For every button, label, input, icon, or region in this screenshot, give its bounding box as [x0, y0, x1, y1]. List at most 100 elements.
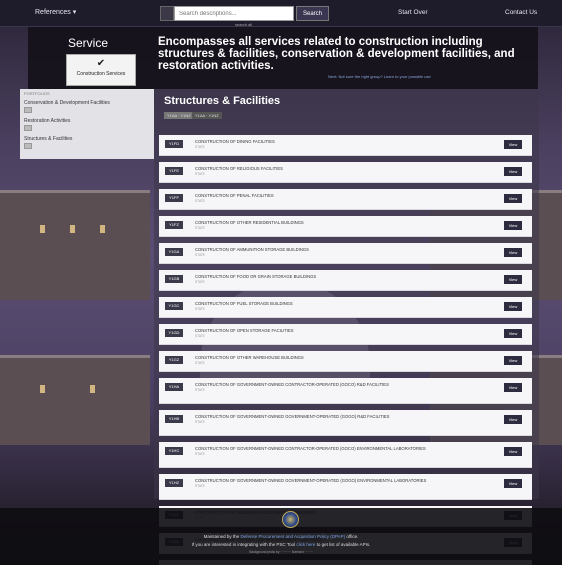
- psc-list: Y1FD CONSTRUCTION OF DINING FACILITIES STA…: [159, 135, 532, 565]
- checkmark-icon: ✔: [96, 58, 106, 69]
- view-button[interactable]: View: [504, 275, 522, 284]
- psc-subtitle: STATE: [195, 307, 205, 311]
- view-button[interactable]: View: [504, 447, 522, 456]
- background-window: [90, 385, 95, 393]
- psc-code: Y1GC: [165, 302, 183, 310]
- footer-maintained: Maintained by the Defense Procurement an…: [0, 534, 562, 539]
- view-button[interactable]: View: [504, 302, 522, 311]
- psc-code: Y1HB: [165, 415, 183, 423]
- footer-text: to get list of available APIs.: [315, 542, 371, 547]
- help-link[interactable]: Next: Not sure the right group? Learn to…: [328, 74, 431, 79]
- start-over-link[interactable]: Start Over: [398, 9, 428, 16]
- psc-title: CONSTRUCTION OF GOVERNMENT-OWNED GOVERNM…: [195, 478, 480, 489]
- psc-code: Y1FZ: [165, 221, 183, 229]
- list-item: Y1GD CONSTRUCTION OF OPEN STORAGE FACILIT…: [159, 324, 532, 345]
- view-button[interactable]: View: [504, 329, 522, 338]
- psc-subtitle: STATE: [195, 420, 205, 424]
- service-heading: Service: [68, 36, 109, 50]
- portfolio-sidebar: PORTFOLIOS Conservation & Development Fa…: [20, 89, 154, 159]
- search-input[interactable]: [174, 6, 294, 21]
- list-item: Y1FF CONSTRUCTION OF PENAL FACILITIES STAT…: [159, 189, 532, 210]
- psc-title: CONSTRUCTION OF FUEL STORAGE BUILDINGS ST…: [195, 301, 480, 312]
- references-menu[interactable]: References ▾: [35, 8, 76, 16]
- psc-subtitle: STATE: [195, 172, 205, 176]
- psc-title-text: CONSTRUCTION OF OTHER WAREHOUSE BUILDING…: [195, 355, 304, 360]
- contact-us-link[interactable]: Contact Us: [505, 9, 537, 16]
- psc-subtitle: STATE: [195, 334, 205, 338]
- service-card-label: Construction Services: [76, 71, 126, 77]
- psc-title: CONSTRUCTION OF FOOD OR GRAIN STORAGE BU…: [195, 274, 480, 285]
- background-window: [70, 225, 75, 233]
- psc-title: CONSTRUCTION OF GOVERNMENT-OWNED CONTRAC…: [195, 382, 480, 393]
- sidebar-item-conservation[interactable]: Conservation & Development Facilities: [20, 98, 154, 106]
- main-panel: Structures & Facilities Y1AA · Y1NZ Y1AA…: [154, 89, 539, 565]
- view-button[interactable]: View: [504, 194, 522, 203]
- psc-title: CONSTRUCTION OF PENAL FACILITIES STATE: [195, 193, 480, 204]
- psc-code: Y1FE: [165, 167, 183, 175]
- psc-subtitle: STATE: [195, 226, 205, 230]
- sidebar-badge: [24, 107, 32, 113]
- list-item: Y1HZ CONSTRUCTION OF GOVERNMENT-OWNED GOV…: [159, 474, 532, 500]
- psc-title-text: CONSTRUCTION OF AMMUNITION STORAGE BUILD…: [195, 247, 309, 252]
- view-button[interactable]: View: [504, 221, 522, 230]
- dpap-link[interactable]: Defense Procurement and Acquisition Poli…: [240, 534, 345, 539]
- view-button[interactable]: View: [504, 167, 522, 176]
- psc-subtitle: STATE: [195, 484, 205, 488]
- sidebar-item-structures[interactable]: Structures & Facilities: [20, 134, 154, 142]
- psc-subtitle: STATE: [195, 199, 205, 203]
- sidebar-heading: PORTFOLIOS: [24, 91, 50, 96]
- view-button[interactable]: View: [504, 415, 522, 424]
- footer: Maintained by the Defense Procurement an…: [0, 508, 562, 565]
- view-button[interactable]: View: [504, 356, 522, 365]
- psc-title: CONSTRUCTION OF OTHER WAREHOUSE BUILDING…: [195, 355, 480, 366]
- search-button[interactable]: Search: [296, 6, 329, 21]
- sidebar-item-restoration[interactable]: Restoration Activities: [20, 116, 154, 124]
- background-wing-left-lower: [0, 355, 150, 445]
- psc-subtitle: STATE: [195, 361, 205, 365]
- list-item: Y1HC CONSTRUCTION OF GOVERNMENT-OWNED CON…: [159, 442, 532, 468]
- search-bar: Search: [160, 6, 329, 21]
- view-button[interactable]: View: [504, 383, 522, 392]
- footer-text: Maintained by the: [203, 534, 241, 539]
- psc-code: Y1GA: [165, 248, 183, 256]
- view-button[interactable]: View: [504, 479, 522, 488]
- psc-subtitle: STATE: [195, 145, 205, 149]
- psc-code: Y1HZ: [165, 479, 183, 487]
- psc-title: CONSTRUCTION OF DINING FACILITIES STATE: [195, 139, 480, 150]
- api-link[interactable]: click here: [296, 542, 315, 547]
- psc-subtitle: STATE: [195, 452, 205, 456]
- psc-code: Y1GZ: [165, 356, 183, 364]
- psc-title: CONSTRUCTION OF RELIGIOUS FACILITIES STAT…: [195, 166, 480, 177]
- list-item: Y1FE CONSTRUCTION OF RELIGIOUS FACILITIES…: [159, 162, 532, 183]
- view-button[interactable]: View: [504, 140, 522, 149]
- psc-code: Y1HA: [165, 383, 183, 391]
- psc-subtitle: STATE: [195, 280, 205, 284]
- psc-title-text: CONSTRUCTION OF GOVERNMENT-OWNED GOVERNM…: [195, 478, 427, 483]
- psc-code: Y1GB: [165, 275, 183, 283]
- psc-subtitle: STATE: [195, 253, 205, 257]
- construction-services-card[interactable]: ✔ Construction Services: [66, 54, 136, 86]
- list-item: Y1GC CONSTRUCTION OF FUEL STORAGE BUILDIN…: [159, 297, 532, 318]
- footer-credit: Background photo by ·········· licensed …: [249, 550, 313, 554]
- psc-title: CONSTRUCTION OF AMMUNITION STORAGE BUILD…: [195, 247, 480, 258]
- government-seal-icon: [282, 511, 299, 528]
- list-item: Y1GZ CONSTRUCTION OF OTHER WAREHOUSE BUIL…: [159, 351, 532, 372]
- psc-title-text: CONSTRUCTION OF GOVERNMENT-OWNED CONTRAC…: [195, 446, 426, 451]
- list-item: Y1GA CONSTRUCTION OF AMMUNITION STORAGE B…: [159, 243, 532, 264]
- background-window: [40, 225, 45, 233]
- psc-subtitle: STATE: [195, 388, 205, 392]
- list-item: Y1FD CONSTRUCTION OF DINING FACILITIES STA…: [159, 135, 532, 156]
- list-item: Y1HB CONSTRUCTION OF GOVERNMENT-OWNED GOV…: [159, 410, 532, 436]
- psc-title: CONSTRUCTION OF OPEN STORAGE FACILITIES S…: [195, 328, 480, 339]
- list-item: Y1FZ CONSTRUCTION OF OTHER RESIDENTIAL BU…: [159, 216, 532, 237]
- view-button[interactable]: View: [504, 248, 522, 257]
- background-wing-left: [0, 190, 150, 300]
- footer-text: If you are interested in integrating wit…: [191, 542, 297, 547]
- page-title: Structures & Facilities: [164, 95, 281, 107]
- psc-title-text: CONSTRUCTION OF GOVERNMENT-OWNED CONTRAC…: [195, 382, 389, 387]
- psc-code: Y1GD: [165, 329, 183, 337]
- footer-text: office.: [345, 534, 359, 539]
- range-tag: Y1AA · Y1NZ: [164, 112, 194, 119]
- footer-api: If you are interested in integrating wit…: [0, 542, 562, 547]
- sidebar-badge: [24, 125, 32, 131]
